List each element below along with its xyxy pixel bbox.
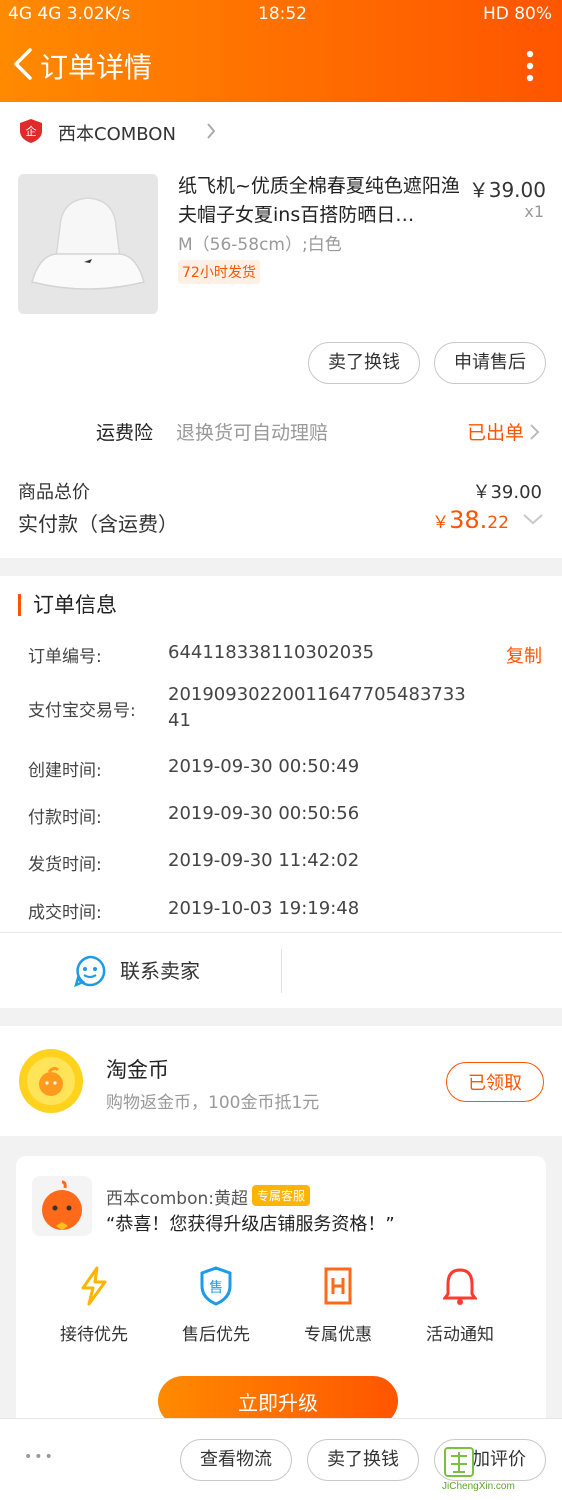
feature-label: 接待优先: [60, 1325, 128, 1345]
alipay-trade-label: 支付宝交易号:: [28, 701, 136, 721]
insurance-status: 已出单: [467, 418, 540, 445]
chevron-right-icon: [530, 424, 540, 440]
feature-label: 售后优先: [182, 1325, 250, 1345]
sell-bottom-button[interactable]: 卖了换钱: [307, 1439, 419, 1481]
feature-event-notice[interactable]: 活动通知: [408, 1266, 512, 1346]
shop-badge-icon: 企: [20, 119, 42, 143]
after-sale-button[interactable]: 申请售后: [434, 342, 546, 384]
divider: [281, 949, 282, 993]
goods-total-label: 商品总价: [18, 482, 90, 503]
bell-icon: [442, 1268, 478, 1305]
product-sku: M（56-58cm）;白色: [178, 235, 342, 255]
copy-button[interactable]: 复制: [506, 642, 542, 668]
order-info-card: 订单信息 订单编号: 644118338110302035 复制 支付宝交易号:…: [0, 576, 562, 1008]
more-options-icon[interactable]: [526, 50, 534, 82]
feature-priority-reception[interactable]: 接待优先: [42, 1266, 146, 1346]
product-quantity: x1: [524, 202, 544, 221]
lightning-icon: [81, 1266, 107, 1306]
paid-time-label: 付款时间:: [28, 808, 102, 828]
insurance-desc: 退换货可自动理赔: [176, 422, 329, 444]
watermark-text: JiChengXin.com: [442, 1481, 515, 1492]
shield-sale-icon: 售: [200, 1266, 232, 1306]
paid-label: 实付款（含运费）: [18, 512, 178, 536]
created-time-label: 创建时间:: [28, 761, 102, 781]
feature-label: 活动通知: [426, 1325, 494, 1345]
alipay-trade-value: 2019093022001164770548373341: [168, 684, 466, 731]
coupon-icon: [324, 1267, 352, 1305]
coin-title: 淘金币: [106, 1058, 169, 1082]
order-product-card: 企 西本COMBON 纸飞机~优质全棉春夏纯色遮阳渔夫帽子女夏ins百搭防晒日……: [0, 102, 562, 558]
chat-face-icon: [74, 955, 106, 987]
insurance-label: 运费险: [96, 422, 154, 444]
paid-amount[interactable]: ￥38.22: [432, 506, 544, 534]
bottom-action-bar: ••• 查看物流 卖了换钱 追加评价 JiChengXin.com: [0, 1418, 562, 1500]
coin-desc: 购物返金币，100金币抵1元: [106, 1093, 320, 1113]
created-time-value: 2019-09-30 00:50:49: [168, 756, 360, 777]
goods-total-value: ￥39.00: [472, 482, 542, 503]
back-arrow-icon[interactable]: [10, 46, 36, 82]
contact-seller-bar: 联系卖家: [0, 932, 562, 1008]
status-bar: 4G 4G 3.02K/s 18:52 HD 80%: [0, 0, 562, 28]
service-upgrade-card: 西本combon:黄超 专属客服 “恭喜！您获得升级店铺服务资格！” 接待优先 …: [16, 1156, 546, 1446]
shipped-time-label: 发货时间:: [28, 855, 102, 875]
feature-label: 专属优惠: [304, 1325, 372, 1345]
navigation-bar: 订单详情: [0, 36, 562, 96]
completed-time-label: 成交时间:: [28, 903, 102, 923]
contact-seller-label: 联系卖家: [120, 959, 200, 983]
mascot-avatar: [32, 1176, 92, 1236]
promo-message: “恭喜！您获得升级店铺服务资格！”: [106, 1214, 395, 1235]
completed-time-value: 2019-10-03 19:19:48: [168, 898, 360, 919]
chevron-down-icon: [523, 514, 543, 525]
feature-exclusive-discount[interactable]: 专属优惠: [286, 1266, 390, 1346]
product-image[interactable]: [18, 174, 158, 314]
watermark-emblem-icon: [444, 1447, 474, 1477]
shipping-promise-tag: 72小时发货: [178, 260, 260, 284]
more-actions-button[interactable]: •••: [24, 1449, 55, 1465]
product-title[interactable]: 纸飞机~优质全棉春夏纯色遮阳渔夫帽子女夏ins百搭防晒日…: [178, 172, 460, 230]
chevron-right-icon: [207, 123, 216, 139]
shop-name: 西本COMBON: [58, 124, 176, 145]
feature-priority-after-sale[interactable]: 售 售后优先: [164, 1266, 268, 1346]
svg-text:售: 售: [209, 1280, 223, 1296]
watermark-logo: JiChengXin.com: [442, 1445, 560, 1499]
order-number-label: 订单编号:: [28, 647, 102, 667]
agent-name: 西本combon:黄超: [106, 1189, 249, 1209]
bucket-hat-illustration: [18, 174, 158, 314]
coin-claimed-button[interactable]: 已领取: [446, 1062, 544, 1102]
shipped-time-value: 2019-09-30 11:42:02: [168, 850, 360, 871]
sell-button[interactable]: 卖了换钱: [308, 342, 420, 384]
svg-text:企: 企: [26, 124, 37, 138]
order-info-title: 订单信息: [18, 594, 117, 616]
app-header: 4G 4G 3.02K/s 18:52 HD 80% 订单详情: [0, 0, 562, 102]
page-title: 订单详情: [40, 51, 153, 84]
network-status: 4G 4G 3.02K/s: [8, 4, 131, 24]
gold-coin-icon: [19, 1049, 83, 1113]
clock: 18:52: [258, 4, 307, 24]
view-logistics-button[interactable]: 查看物流: [180, 1439, 292, 1481]
paid-time-value: 2019-09-30 00:50:56: [168, 803, 360, 824]
taojinbi-card: 淘金币 购物返金币，100金币抵1元 已领取: [0, 1026, 562, 1136]
agent-badge: 专属客服: [252, 1185, 311, 1206]
product-price: ￥39.00: [468, 178, 546, 202]
battery-status: HD 80%: [482, 4, 552, 24]
order-number-value: 644118338110302035: [168, 642, 375, 663]
